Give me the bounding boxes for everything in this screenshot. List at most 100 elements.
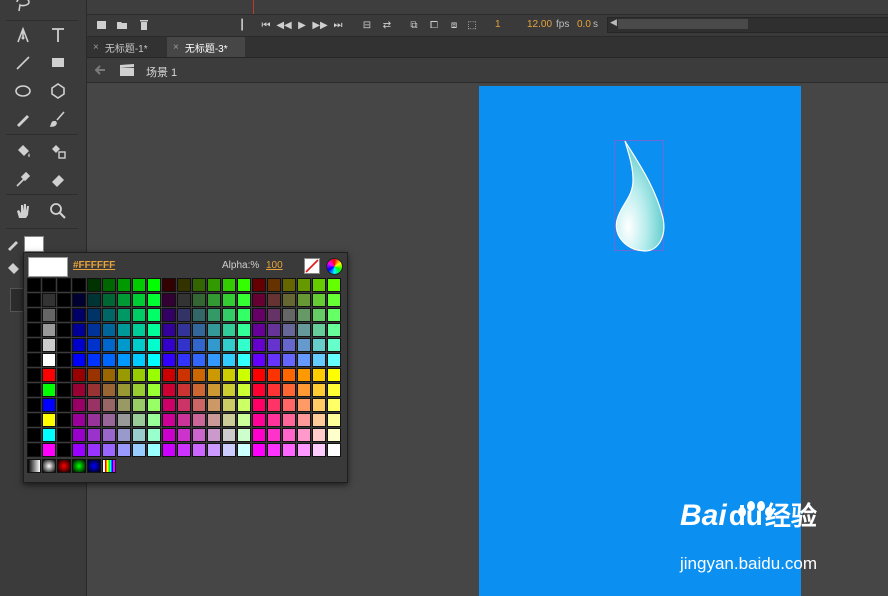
swatch-color[interactable]: [72, 368, 86, 382]
swatch-color[interactable]: [327, 368, 341, 382]
scene-label[interactable]: 场景 1: [146, 64, 177, 80]
current-frame[interactable]: 1: [495, 19, 501, 30]
swatch-color[interactable]: [117, 368, 131, 382]
swatch-color[interactable]: [237, 353, 251, 367]
swatch-color[interactable]: [162, 383, 176, 397]
delete-layer-icon[interactable]: [137, 18, 151, 32]
swatch-color[interactable]: [102, 308, 116, 322]
swatch-color[interactable]: [252, 278, 266, 292]
ink-bottle-icon[interactable]: [47, 140, 69, 162]
swatch-black[interactable]: [27, 353, 41, 367]
swatch-basic[interactable]: [42, 323, 56, 337]
hand-icon[interactable]: [12, 200, 34, 222]
swatch-color[interactable]: [147, 338, 161, 352]
swatch-color[interactable]: [87, 428, 101, 442]
swatch-black[interactable]: [57, 368, 71, 382]
line-icon[interactable]: [12, 52, 34, 74]
swatch-color[interactable]: [222, 308, 236, 322]
loop-icon[interactable]: ⇄: [379, 18, 395, 32]
swatch-color[interactable]: [312, 368, 326, 382]
swatch-basic[interactable]: [42, 353, 56, 367]
swatch-color[interactable]: [117, 443, 131, 457]
swatch-color[interactable]: [87, 308, 101, 322]
swatch-color[interactable]: [102, 443, 116, 457]
paint-bucket-icon[interactable]: [12, 140, 34, 162]
swatch-color[interactable]: [177, 353, 191, 367]
swatch-color[interactable]: [147, 383, 161, 397]
swatch-black[interactable]: [57, 398, 71, 412]
swatch-color[interactable]: [177, 443, 191, 457]
swatch-color[interactable]: [237, 443, 251, 457]
swatch-color[interactable]: [222, 383, 236, 397]
swatch-basic[interactable]: [42, 278, 56, 292]
swatch-black[interactable]: [27, 398, 41, 412]
swatch-color[interactable]: [132, 278, 146, 292]
swatch-color[interactable]: [132, 293, 146, 307]
swatch-color[interactable]: [297, 278, 311, 292]
step-forward-icon[interactable]: ▶▶: [312, 18, 327, 32]
close-icon[interactable]: ×: [93, 42, 99, 53]
swatch-color[interactable]: [252, 383, 266, 397]
swatch-color[interactable]: [87, 443, 101, 457]
swatch-black[interactable]: [57, 278, 71, 292]
swatch-color[interactable]: [132, 398, 146, 412]
edit-multiple-frames-icon[interactable]: ⧈: [447, 18, 461, 32]
swatch-color[interactable]: [297, 293, 311, 307]
swatch-color[interactable]: [87, 398, 101, 412]
swatch-color[interactable]: [327, 428, 341, 442]
swatch-color[interactable]: [252, 308, 266, 322]
swatch-color[interactable]: [222, 413, 236, 427]
swatch-color[interactable]: [192, 398, 206, 412]
swatch-color[interactable]: [102, 383, 116, 397]
swatch-color[interactable]: [177, 398, 191, 412]
swatch-color[interactable]: [72, 383, 86, 397]
swatch-color[interactable]: [117, 398, 131, 412]
swatch-color[interactable]: [252, 338, 266, 352]
swatch-color[interactable]: [327, 383, 341, 397]
swatch-color[interactable]: [72, 338, 86, 352]
swatch-black[interactable]: [57, 338, 71, 352]
swatch-color[interactable]: [147, 443, 161, 457]
swatch-color[interactable]: [147, 278, 161, 292]
swatch-color[interactable]: [297, 308, 311, 322]
swatch-color[interactable]: [192, 278, 206, 292]
swatch-color[interactable]: [117, 323, 131, 337]
swatch-black[interactable]: [57, 308, 71, 322]
swatch-color[interactable]: [177, 368, 191, 382]
swatch-basic[interactable]: [42, 443, 56, 457]
swatch-color[interactable]: [282, 278, 296, 292]
swatch-color[interactable]: [192, 308, 206, 322]
swatch-color[interactable]: [132, 323, 146, 337]
swatch-color[interactable]: [327, 308, 341, 322]
swatch-color[interactable]: [192, 338, 206, 352]
swatch-color[interactable]: [282, 443, 296, 457]
swatch-color[interactable]: [327, 323, 341, 337]
swatch-color[interactable]: [282, 293, 296, 307]
swatch-color[interactable]: [72, 428, 86, 442]
eraser-icon[interactable]: [47, 168, 69, 190]
swatch-color[interactable]: [327, 278, 341, 292]
swatch-color[interactable]: [192, 323, 206, 337]
water-drop-shape[interactable]: [615, 140, 665, 252]
swatch-color[interactable]: [282, 353, 296, 367]
color-wheel-icon[interactable]: [326, 258, 343, 275]
swatch-color[interactable]: [237, 338, 251, 352]
swatch-color[interactable]: [252, 293, 266, 307]
go-to-first-frame-icon[interactable]: ⏮: [259, 18, 273, 32]
swatch-color[interactable]: [282, 308, 296, 322]
swatch-color[interactable]: [237, 293, 251, 307]
swatch-color[interactable]: [297, 428, 311, 442]
swatch-color[interactable]: [162, 323, 176, 337]
swatch-color[interactable]: [102, 353, 116, 367]
swatch-color[interactable]: [267, 398, 281, 412]
swatch-color[interactable]: [117, 383, 131, 397]
swatch-color[interactable]: [252, 368, 266, 382]
tab-document-1[interactable]: × 无标题-1*: [87, 37, 165, 57]
swatch-color[interactable]: [162, 428, 176, 442]
swatch-color[interactable]: [267, 428, 281, 442]
swatch-color[interactable]: [72, 323, 86, 337]
polystar-icon[interactable]: [47, 80, 69, 102]
swatch-black[interactable]: [27, 383, 41, 397]
swatch-color[interactable]: [252, 353, 266, 367]
swatch-color[interactable]: [102, 323, 116, 337]
